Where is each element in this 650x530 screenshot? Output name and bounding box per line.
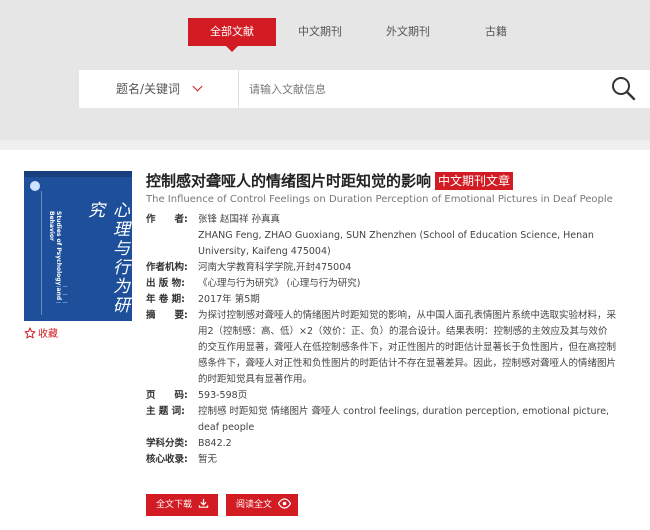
meta-label: 摘 要: [146, 310, 188, 321]
tab-foreign-journals[interactable]: 外文期刊 [374, 18, 442, 46]
meta-value-authors-en: ZHANG Feng, ZHAO Guoxiang, SUN Zhenzhen … [198, 230, 594, 257]
read-label: 阅读全文 [236, 500, 273, 510]
meta-label: 学科分类: [146, 438, 188, 449]
meta-row-authors-en: ZHANG Feng, ZHAO Guoxiang, SUN Zhenzhen … [146, 228, 616, 260]
meta-value-authors[interactable]: 张锋 赵国祥 孙真真 [198, 212, 616, 228]
tab-chinese-journals[interactable]: 中文期刊 [286, 18, 354, 46]
search-input[interactable] [249, 78, 589, 100]
meta-row-institution: 作者机构: 河南大学教育科学学院,开封475004 [146, 260, 616, 276]
chevron-down-icon [192, 81, 203, 92]
download-icon [198, 498, 209, 508]
meta-label: 主 题 词: [146, 406, 185, 417]
search-button[interactable] [610, 75, 640, 103]
meta-value-publication[interactable]: 《心理与行为研究》 (心理与行为研究) [198, 276, 616, 292]
search-band: 全部文献 中文期刊 外文期刊 古籍 题名/关键词 [0, 0, 650, 140]
journal-logo-icon [30, 181, 40, 191]
meta-value-classification: B842.2 [198, 438, 232, 449]
article-title-row: 控制感对聋哑人的情绪图片时距知觉的影响 中文期刊文章 [146, 171, 636, 193]
search-field-label: 题名/关键词 [115, 82, 181, 96]
meta-label: 作者机构: [146, 262, 188, 273]
download-fulltext-button[interactable]: 全文下载 [146, 494, 218, 516]
meta-label: 出 版 物: [146, 278, 185, 289]
download-label: 全文下载 [156, 500, 193, 510]
meta-value-institution[interactable]: 河南大学教育科学学院,开封475004 [198, 260, 616, 276]
meta-label: 页 码: [146, 390, 188, 401]
meta-value-issue: 2017年 第5期 [198, 294, 260, 305]
favorite-button[interactable]: 收藏 [24, 327, 58, 341]
favorite-label: 收藏 [38, 329, 58, 340]
meta-row-publication: 出 版 物: 《心理与行为研究》 (心理与行为研究) [146, 276, 616, 292]
meta-row-authors: 作 者: 张锋 赵国祥 孙真真 [146, 212, 616, 228]
eye-icon [277, 498, 292, 509]
search-field-select[interactable]: 题名/关键词 [79, 70, 239, 108]
read-fulltext-button[interactable]: 阅读全文 [226, 494, 298, 516]
meta-label: 核心收录: [146, 454, 188, 465]
meta-value-core-index: 暂无 [198, 454, 218, 465]
cover-title: 心理与行为研究 [84, 201, 129, 315]
meta-value-abstract: 为探讨控制感对聋哑人的情绪图片时距知觉的影响，从中国人面孔表情图片系统中选取实验… [198, 310, 617, 385]
meta-value-pages: 593-598页 [198, 390, 248, 401]
meta-label: 年 卷 期: [146, 294, 185, 305]
meta-label [146, 228, 198, 260]
meta-row-issue: 年 卷 期: 2017年 第5期 [146, 292, 616, 308]
meta-value-keywords[interactable]: 控制感 时距知觉 情绪图片 聋哑人 control feelings, dura… [198, 404, 616, 436]
article-detail-card: Studies of Psychology and Behavior 心理与行为… [0, 150, 650, 530]
search-tabs: 全部文献 中文期刊 外文期刊 古籍 [0, 18, 650, 52]
search-icon [612, 77, 636, 101]
meta-row-pages: 页 码: 593-598页 [146, 388, 616, 404]
meta-row-abstract: 摘 要: 为探讨控制感对聋哑人的情绪图片时距知觉的影响，从中国人面孔表情图片系统… [146, 308, 616, 388]
article-type-badge: 中文期刊文章 [435, 172, 514, 190]
meta-row-classification: 学科分类: B842.2 [146, 436, 616, 452]
meta-row-keywords: 主 题 词: 控制感 时距知觉 情绪图片 聋哑人 control feeling… [146, 404, 616, 436]
star-outline-icon [24, 327, 36, 339]
search-bar: 题名/关键词 [79, 70, 650, 108]
journal-cover-image[interactable]: Studies of Psychology and Behavior 心理与行为… [24, 171, 132, 321]
article-title: 控制感对聋哑人的情绪图片时距知觉的影响 [146, 172, 432, 190]
article-metadata: 作 者: 张锋 赵国祥 孙真真 ZHANG Feng, ZHAO Guoxian… [146, 212, 616, 468]
tab-ancient-books[interactable]: 古籍 [462, 18, 530, 46]
tab-all-docs[interactable]: 全部文献 [188, 18, 276, 52]
article-title-en: The Influence of Control Feelings on Dur… [146, 194, 613, 205]
meta-label: 作 者: [146, 214, 188, 225]
meta-row-core-index: 核心收录: 暂无 [146, 452, 616, 468]
